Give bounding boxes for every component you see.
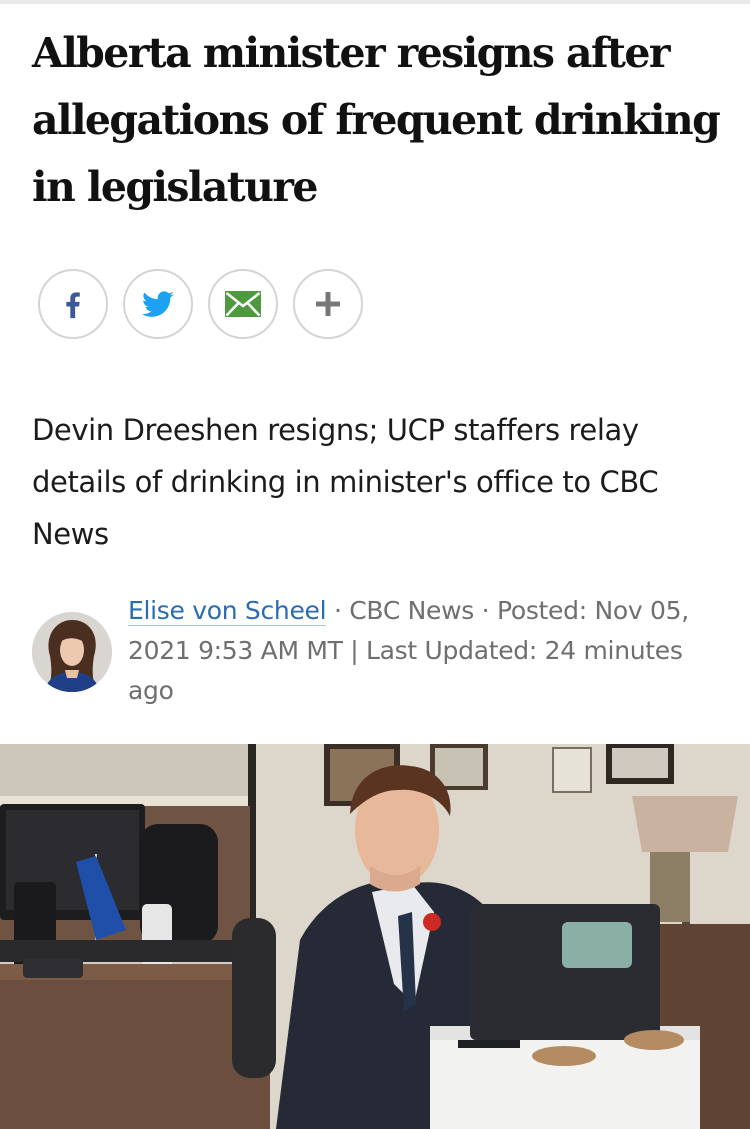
author-link[interactable]: Elise von Scheel (128, 596, 327, 626)
more-share-button[interactable] (293, 269, 363, 339)
article-subheadline: Devin Dreeshen resigns; UCP staffers rel… (32, 413, 659, 551)
facebook-icon (66, 292, 80, 319)
share-bar (38, 269, 363, 339)
twitter-icon (141, 291, 174, 317)
author-avatar (32, 612, 112, 692)
article-headline: Alberta minister resigns after allegatio… (32, 29, 721, 211)
plus-icon (316, 292, 340, 316)
top-divider (0, 0, 750, 4)
facebook-share-button[interactable] (38, 269, 108, 339)
byline-separator: · (326, 596, 350, 625)
email-icon (225, 291, 261, 317)
byline-separator: · (473, 596, 497, 625)
byline-outlet: CBC News (349, 596, 474, 625)
twitter-share-button[interactable] (123, 269, 193, 339)
hero-image[interactable] (0, 744, 750, 1129)
email-share-button[interactable] (208, 269, 278, 339)
byline: Elise von Scheel · CBC News · Posted: No… (128, 591, 728, 711)
